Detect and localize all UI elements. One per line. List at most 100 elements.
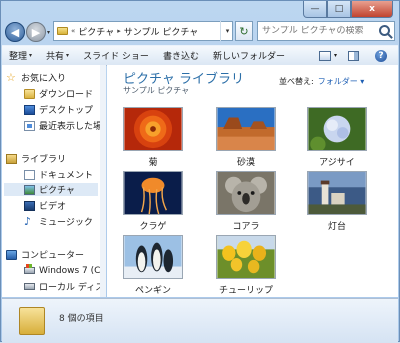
navigation-pane-scrollbar[interactable] bbox=[100, 65, 106, 297]
arrange-by: 並べ替え: フォルダー ▾ bbox=[279, 76, 364, 87]
tulips-thumbnail[interactable] bbox=[216, 235, 276, 279]
address-bar[interactable]: « ピクチャ ▸ サンプル ピクチャ bbox=[53, 21, 233, 41]
sidebar-item-music[interactable]: ♪ ミュージック bbox=[24, 214, 93, 229]
drive-icon bbox=[24, 283, 35, 290]
preview-pane-button[interactable] bbox=[348, 46, 359, 65]
file-name: ペンギン bbox=[134, 286, 171, 296]
sidebar-item-pictures[interactable]: ピクチャ bbox=[4, 183, 98, 196]
refresh-button[interactable]: ↻ bbox=[235, 21, 253, 41]
file-name: チューリップ bbox=[218, 286, 273, 296]
close-button[interactable]: x bbox=[351, 1, 393, 18]
arrange-by-dropdown[interactable]: フォルダー ▾ bbox=[318, 77, 365, 86]
jellyfish-thumbnail[interactable] bbox=[123, 171, 183, 215]
organize-button[interactable]: 整理 ▾ bbox=[2, 46, 39, 65]
item-count: 8 個の項目 bbox=[59, 314, 104, 324]
details-pane: 8 個の項目 bbox=[2, 298, 398, 343]
command-bar: 整理 ▾ 共有 ▾ スライド ショー 書き込む 新しいフォルダー ▾ ? bbox=[2, 45, 398, 66]
desert-thumbnail[interactable] bbox=[216, 107, 276, 151]
sidebar-label: お気に入り bbox=[21, 74, 67, 84]
breadcrumb-sample-pictures[interactable]: サンプル ピクチャ bbox=[124, 25, 199, 38]
organize-label: 整理 bbox=[9, 52, 28, 62]
content-pane: ピクチャ ライブラリ サンプル ピクチャ 並べ替え: フォルダー ▾ 菊 砂漠 … bbox=[107, 65, 398, 297]
sidebar-label: ライブラリ bbox=[21, 155, 67, 165]
file-name: 砂漠 bbox=[236, 158, 255, 168]
file-name: クラゲ bbox=[139, 222, 167, 232]
new-folder-button[interactable]: 新しいフォルダー bbox=[206, 46, 292, 65]
library-subtitle: サンプル ピクチャ bbox=[123, 86, 190, 95]
forward-button[interactable]: ▶ bbox=[26, 22, 46, 42]
back-button[interactable]: ◀ bbox=[5, 22, 25, 42]
sidebar-item-videos[interactable]: ビデオ bbox=[24, 199, 66, 212]
file-name: 菊 bbox=[148, 158, 158, 168]
sidebar-libraries[interactable]: ライブラリ bbox=[6, 152, 66, 165]
sidebar-item-local-disk[interactable]: ローカル ディスク bbox=[24, 280, 100, 293]
search-input[interactable] bbox=[262, 26, 374, 36]
search-box[interactable] bbox=[257, 21, 395, 41]
explorer-window: — □ x ◀ ▶ ▾ « ピクチャ ▸ サンプル ピクチャ ▾ ↻ 整理▾ 共… bbox=[0, 0, 400, 343]
penguins-thumbnail[interactable] bbox=[123, 235, 183, 279]
maximize-button[interactable]: □ bbox=[327, 1, 351, 18]
windows-drive-icon bbox=[24, 264, 35, 274]
folder-icon bbox=[57, 27, 68, 35]
sidebar-label: ビデオ bbox=[39, 202, 67, 212]
sidebar-label: コンピューター bbox=[21, 251, 85, 261]
sidebar-label: ローカル ディスク bbox=[39, 283, 100, 293]
file-name: アジサイ bbox=[319, 158, 355, 168]
burn-button[interactable]: 書き込む bbox=[156, 46, 206, 65]
share-label: 共有 bbox=[46, 52, 65, 62]
sidebar-label: ミュージック bbox=[39, 218, 93, 228]
caption-buttons: — □ x bbox=[303, 1, 393, 18]
back-arrow-icon: ◀ bbox=[10, 25, 20, 39]
download-folder-icon bbox=[24, 88, 35, 99]
address-overflow[interactable]: « bbox=[71, 27, 75, 35]
file-name: コアラ bbox=[232, 222, 260, 232]
sidebar-label: デスクトップ bbox=[39, 106, 94, 116]
pictures-icon bbox=[24, 184, 35, 195]
sidebar-item-desktop[interactable]: デスクトップ bbox=[24, 103, 93, 116]
address-dropdown-button[interactable]: ▾ bbox=[220, 21, 234, 41]
recent-pages-dropdown[interactable]: ▾ bbox=[47, 29, 50, 36]
sidebar-label: ドキュメント bbox=[39, 171, 94, 181]
sidebar-label: Windows 7 (C:) bbox=[39, 265, 101, 276]
library-icon bbox=[6, 153, 17, 164]
change-view-button[interactable]: ▾ bbox=[319, 46, 337, 65]
sidebar-item-recent-places[interactable]: 最近表示した場所 bbox=[24, 119, 100, 132]
documents-icon bbox=[24, 169, 35, 180]
videos-icon bbox=[24, 200, 35, 211]
help-icon: ? bbox=[375, 49, 387, 62]
share-button[interactable]: 共有 ▾ bbox=[39, 46, 76, 65]
hydrangeas-thumbnail[interactable] bbox=[307, 107, 367, 151]
sidebar-computer[interactable]: コンピューター bbox=[6, 248, 84, 261]
chrysanthemum-thumbnail[interactable] bbox=[123, 107, 183, 151]
preview-pane-icon bbox=[348, 50, 359, 61]
sidebar-item-documents[interactable]: ドキュメント bbox=[24, 168, 93, 181]
sidebar-item-drive-c[interactable]: Windows 7 (C:) bbox=[24, 264, 101, 277]
lighthouse-thumbnail[interactable] bbox=[307, 171, 367, 215]
sidebar-item-downloads[interactable]: ダウンロード bbox=[24, 87, 93, 100]
file-name: 灯台 bbox=[327, 222, 346, 232]
chevron-down-icon: ▾ bbox=[29, 52, 33, 59]
view-icon bbox=[319, 50, 331, 61]
sidebar-label: ピクチャ bbox=[39, 186, 75, 196]
breadcrumb-pictures[interactable]: ピクチャ bbox=[78, 25, 114, 38]
arrange-by-label: 並べ替え: bbox=[279, 77, 314, 86]
breadcrumb-chevron-icon[interactable]: ▸ bbox=[117, 27, 121, 35]
navigation-pane: ☆ お気に入り ダウンロード デスクトップ 最近表示した場所 ライブラリ ドキュメ… bbox=[2, 65, 101, 297]
help-button[interactable]: ? bbox=[375, 46, 387, 65]
search-icon[interactable] bbox=[379, 25, 390, 36]
recent-places-icon bbox=[24, 120, 35, 131]
sidebar-favorites[interactable]: ☆ お気に入り bbox=[6, 71, 66, 84]
refresh-icon: ↻ bbox=[239, 24, 249, 38]
koala-thumbnail[interactable] bbox=[216, 171, 276, 215]
sidebar-label: 最近表示した場所 bbox=[39, 122, 100, 132]
sidebar-label: ダウンロード bbox=[39, 90, 94, 100]
star-icon: ☆ bbox=[6, 71, 16, 84]
minimize-button[interactable]: — bbox=[303, 1, 327, 18]
computer-icon bbox=[6, 249, 17, 260]
chevron-down-icon: ▾ bbox=[334, 52, 338, 59]
chevron-down-icon: ▾ bbox=[66, 52, 70, 59]
forward-arrow-icon: ▶ bbox=[31, 25, 41, 39]
folder-icon bbox=[19, 307, 45, 335]
slideshow-button[interactable]: スライド ショー bbox=[76, 46, 156, 65]
music-icon: ♪ bbox=[24, 214, 32, 228]
